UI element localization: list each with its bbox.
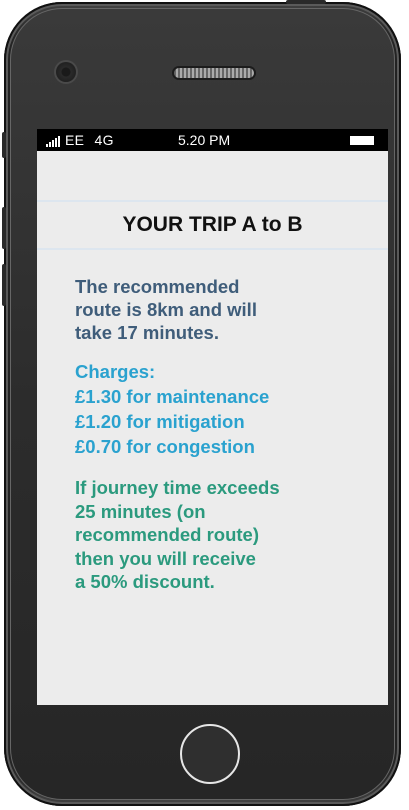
battery-icon — [350, 136, 374, 145]
page-title: YOUR TRIP A to B — [122, 213, 303, 236]
trip-details: The recommended route is 8km and will ta… — [75, 275, 375, 594]
discount-line: If journey time exceeds — [75, 477, 280, 498]
carrier-name: EE — [65, 132, 85, 148]
network-type: 4G — [94, 132, 114, 148]
status-time: 5.20 PM — [178, 132, 231, 148]
discount-line: then you will receive — [75, 547, 256, 569]
camera-icon — [56, 62, 76, 82]
charge-item-congestion: £0.70 for congestion — [75, 436, 255, 457]
summary-line: route is 8km and will — [75, 299, 257, 320]
charges-header: Charges: — [75, 361, 156, 382]
phone-frame: EE 4G 5.20 PM YOUR TRIP A to B The recom… — [2, 0, 401, 806]
status-bar: EE 4G 5.20 PM — [37, 129, 388, 151]
signal-icon — [46, 135, 62, 147]
carrier-label: EE 4G — [65, 129, 114, 151]
summary-line: take 17 minutes. — [75, 322, 219, 343]
charge-item-maintenance: £1.30 for maintenance — [75, 386, 270, 407]
discount-notice: If journey time exceeds 25 minutes (on r… — [75, 476, 375, 594]
discount-line: recommended route) — [75, 524, 260, 545]
summary-line: The recommended — [75, 276, 240, 297]
discount-line: 25 minutes (on — [75, 500, 206, 522]
discount-line: a 50% discount. — [75, 571, 215, 592]
title-bar: YOUR TRIP A to B — [37, 200, 388, 250]
power-button — [286, 0, 326, 4]
route-summary: The recommended route is 8km and will ta… — [75, 275, 375, 344]
phone-screen: EE 4G 5.20 PM YOUR TRIP A to B The recom… — [37, 129, 388, 705]
charge-item-mitigation: £1.20 for mitigation — [75, 411, 245, 432]
volume-up-button — [2, 207, 6, 249]
volume-down-button — [2, 264, 6, 306]
mute-switch — [2, 132, 6, 158]
home-button[interactable] — [180, 724, 240, 784]
speaker-icon — [174, 68, 254, 78]
charges-list: Charges: £1.30 for maintenance £1.20 for… — [75, 359, 375, 459]
